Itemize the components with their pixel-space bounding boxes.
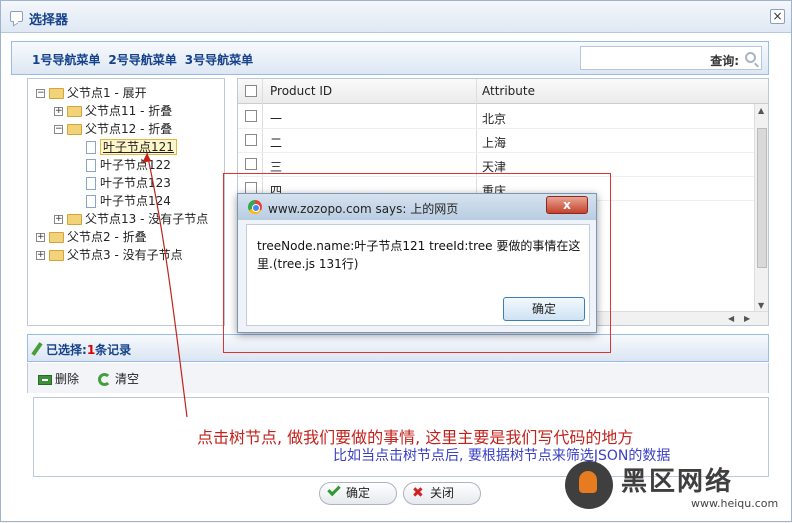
arrow-head [142,153,151,163]
selector-window: 选择器 × 1号导航菜单 2号导航菜单 3号导航菜单 查询: − 父节点1 - 展开 … [0,0,792,522]
watermark-url: www.heiqu.com [691,497,779,510]
arrow-line [146,152,188,418]
annotation-red-note: 点击树节点, 做我们要做的事情, 这里主要是我们写代码的地方 [197,428,634,447]
watermark-icon [565,461,613,509]
watermark-brand: 黑区网络 [621,467,734,497]
watermark-logo: 黑区网络 www.heiqu.com [561,459,792,523]
